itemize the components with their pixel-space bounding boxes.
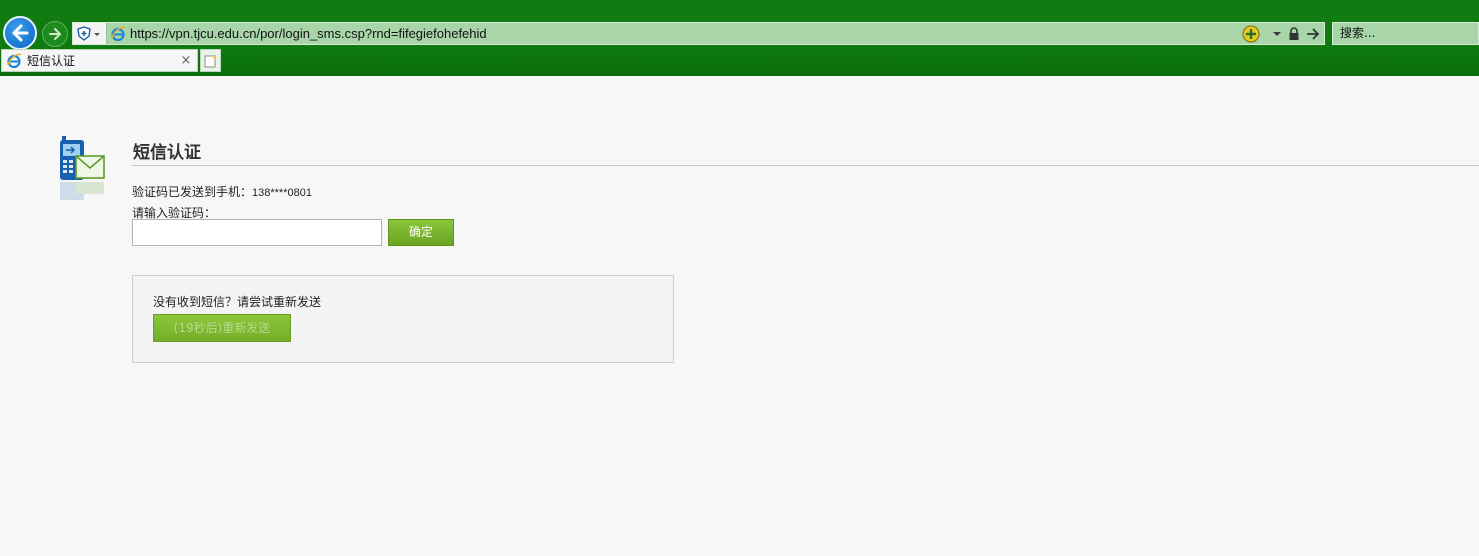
sent-label: 验证码已发送到手机： — [132, 185, 253, 199]
sent-notice: 验证码已发送到手机：138****0801 — [132, 183, 312, 200]
sms-phone-envelope-icon — [58, 134, 108, 206]
resend-button[interactable]: (19秒后)重新发送 — [153, 314, 291, 342]
forward-arrow-icon — [49, 28, 61, 40]
title-divider — [132, 165, 1479, 166]
tab-title: 短信认证 — [27, 54, 76, 68]
dropdown-arrow-icon — [94, 32, 100, 36]
go-arrow-icon[interactable] — [1306, 27, 1320, 40]
search-box[interactable]: 搜索... — [1332, 22, 1479, 45]
address-bar[interactable]: https://vpn.tjcu.edu.cn/por/login_sms.cs… — [72, 22, 1325, 45]
back-button[interactable] — [3, 16, 37, 50]
url-text[interactable]: https://vpn.tjcu.edu.cn/por/login_sms.cs… — [130, 23, 487, 44]
address-dropdown-icon[interactable] — [1272, 30, 1282, 38]
ie-site-icon — [110, 26, 126, 45]
masked-phone-number: 138****0801 — [252, 187, 312, 199]
confirm-button[interactable]: 确定 — [388, 219, 454, 246]
tab-sms-auth[interactable]: 短信认证 × — [1, 49, 198, 72]
verification-code-input[interactable] — [132, 219, 382, 246]
compatibility-shield-icon[interactable] — [73, 23, 107, 44]
tab-close-icon[interactable]: × — [178, 53, 194, 68]
resend-prompt: 没有收到短信？请尝试重新发送 — [153, 295, 322, 309]
new-tab-button[interactable] — [200, 49, 221, 72]
browser-toolbar: https://vpn.tjcu.edu.cn/por/login_sms.cs… — [0, 0, 1479, 76]
lock-icon[interactable] — [1288, 26, 1300, 41]
back-arrow-icon — [12, 24, 29, 42]
resend-panel: 没有收到短信？请尝试重新发送 (19秒后)重新发送 — [132, 275, 674, 363]
compatibility-view-icon[interactable] — [1242, 25, 1260, 43]
forward-button[interactable] — [42, 21, 68, 47]
page-title: 短信认证 — [133, 143, 201, 163]
new-tab-icon — [204, 55, 216, 67]
ie-tab-icon — [7, 53, 22, 68]
